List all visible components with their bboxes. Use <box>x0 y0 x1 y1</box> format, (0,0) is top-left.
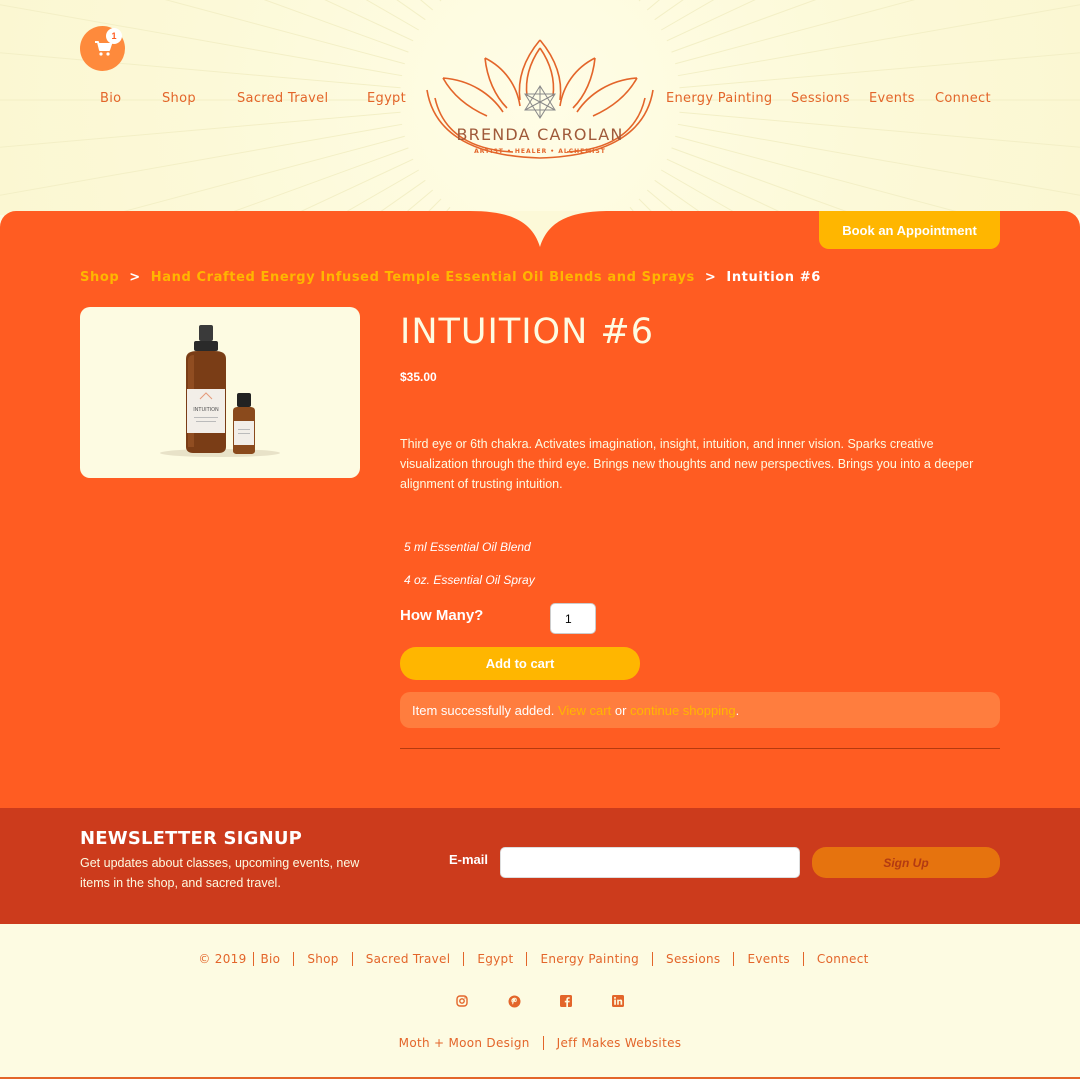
nav-energy-painting[interactable]: Energy Painting <box>666 91 772 106</box>
cart-button[interactable]: 1 <box>80 26 125 71</box>
nav-events[interactable]: Events <box>869 91 915 106</box>
sunburst-ray <box>108 135 405 215</box>
sunburst-ray <box>164 0 405 65</box>
nav-sacred-travel[interactable]: Sacred Travel <box>237 91 328 106</box>
notice-text: Item successfully added. <box>412 702 555 718</box>
view-cart-link[interactable]: View cart <box>558 703 611 718</box>
credit-jeff-makes-websites[interactable]: Jeff Makes Websites <box>542 1036 695 1050</box>
nav-connect[interactable]: Connect <box>935 91 991 106</box>
linkedin-icon[interactable] <box>611 994 625 1008</box>
continue-shopping-link[interactable]: continue shopping <box>630 703 736 718</box>
sunburst-ray <box>292 158 414 215</box>
footer-link-bio[interactable]: Bio <box>252 952 294 966</box>
sign-up-button[interactable]: Sign Up <box>812 847 1000 878</box>
breadcrumb: Shop > Hand Crafted Energy Infused Temple … <box>80 270 821 285</box>
footer-credits: Moth + Moon Design Jeff Makes Websites <box>0 1036 1080 1050</box>
sunburst-ray <box>677 123 1080 196</box>
sunburst-ray <box>666 0 756 42</box>
product-price: $35.00 <box>400 370 437 384</box>
footer-link-shop[interactable]: Shop <box>293 952 351 966</box>
add-to-cart-button[interactable]: Add to cart <box>400 647 640 680</box>
quantity-label: How Many? <box>400 607 484 624</box>
lotus-logo[interactable] <box>425 38 655 163</box>
breadcrumb-category[interactable]: Hand Crafted Energy Infused Temple Essen… <box>151 270 695 285</box>
sunburst-ray <box>0 123 403 196</box>
notice-or: or <box>614 702 627 718</box>
breadcrumb-current: Intuition #6 <box>726 270 821 285</box>
variant-option-1[interactable]: 5 ml Essential Oil Blend <box>404 540 531 554</box>
sunburst-ray <box>677 4 1080 77</box>
footer-link-sacred-travel[interactable]: Sacred Travel <box>351 952 464 966</box>
nav-egypt[interactable]: Egypt <box>367 91 406 106</box>
newsletter-description: Get updates about classes, upcoming even… <box>80 856 360 890</box>
nav-sessions[interactable]: Sessions <box>791 91 850 106</box>
pinterest-icon[interactable] <box>507 994 521 1008</box>
newsletter-title: NEWSLETTER SIGNUP <box>80 828 303 849</box>
book-appointment-button[interactable]: Book an Appointment <box>819 211 1000 249</box>
cart-icon <box>94 40 112 56</box>
footer-link-energy-painting[interactable]: Energy Painting <box>526 952 652 966</box>
footer-link-sessions[interactable]: Sessions <box>652 952 733 966</box>
sunburst-ray <box>0 52 401 89</box>
instagram-icon[interactable] <box>455 994 469 1008</box>
sunburst-ray <box>660 169 741 215</box>
sunburst-ray <box>679 52 1080 89</box>
footer-link-events[interactable]: Events <box>733 952 802 966</box>
sunburst-ray <box>263 0 409 53</box>
footer-nav: © 2019 Bio Shop Sacred Travel Egypt Ener… <box>0 952 1080 966</box>
sunburst-ray <box>0 111 401 148</box>
product-image[interactable]: INTUITION <box>80 307 360 478</box>
nav-shop[interactable]: Shop <box>162 91 196 106</box>
credit-moth-moon-design[interactable]: Moth + Moon Design <box>386 1036 543 1050</box>
breadcrumb-shop[interactable]: Shop <box>80 270 119 285</box>
facebook-icon[interactable] <box>559 994 573 1008</box>
breadcrumb-separator: > <box>129 270 141 285</box>
quantity-input[interactable] <box>550 603 596 634</box>
product-title: INTUITION #6 <box>400 312 654 352</box>
sunburst-ray <box>675 135 972 215</box>
sunburst-ray <box>646 0 660 11</box>
bottle-label: INTUITION <box>193 407 219 413</box>
notice-period: . <box>735 702 740 718</box>
logo-name: BRENDA CAROLAN <box>456 125 624 144</box>
sunburst-ray <box>339 169 420 215</box>
sunburst-ray <box>671 147 858 215</box>
sunburst-ray <box>439 0 442 2</box>
header-notch <box>470 211 610 247</box>
sunburst-ray <box>675 0 916 65</box>
sunburst-ray <box>222 147 409 215</box>
sunburst-ray <box>638 0 641 2</box>
cart-notice: Item successfully added. View cart or co… <box>400 692 1000 728</box>
footer-link-egypt[interactable]: Egypt <box>463 952 526 966</box>
sunburst-ray <box>671 0 817 53</box>
sunburst-ray <box>324 0 414 42</box>
copyright: © 2019 <box>198 952 247 966</box>
sunburst-ray <box>0 4 403 77</box>
footer-link-connect[interactable]: Connect <box>802 952 882 966</box>
sunburst-ray <box>666 158 788 215</box>
sunburst-ray <box>654 179 706 215</box>
email-field[interactable] <box>500 847 800 878</box>
breadcrumb-separator: > <box>704 270 717 285</box>
nav-bio[interactable]: Bio <box>100 91 121 106</box>
divider <box>400 748 1000 749</box>
sunburst-ray <box>679 111 1080 148</box>
email-label: E-mail <box>449 852 489 867</box>
variant-option-2[interactable]: 4 oz. Essential Oil Spray <box>404 573 535 587</box>
sunburst-ray <box>420 0 434 11</box>
product-bottles-image: INTUITION <box>160 325 280 457</box>
sunburst-ray <box>660 0 715 31</box>
logo-tagline: ARTIST • HEALER • ALCHEMIST <box>474 148 606 155</box>
sunburst-ray <box>374 179 426 215</box>
cart-count-badge: 1 <box>106 28 122 44</box>
sunburst-ray <box>365 0 420 31</box>
product-description: Third eye or 6th chakra. Activates imagi… <box>400 437 974 491</box>
